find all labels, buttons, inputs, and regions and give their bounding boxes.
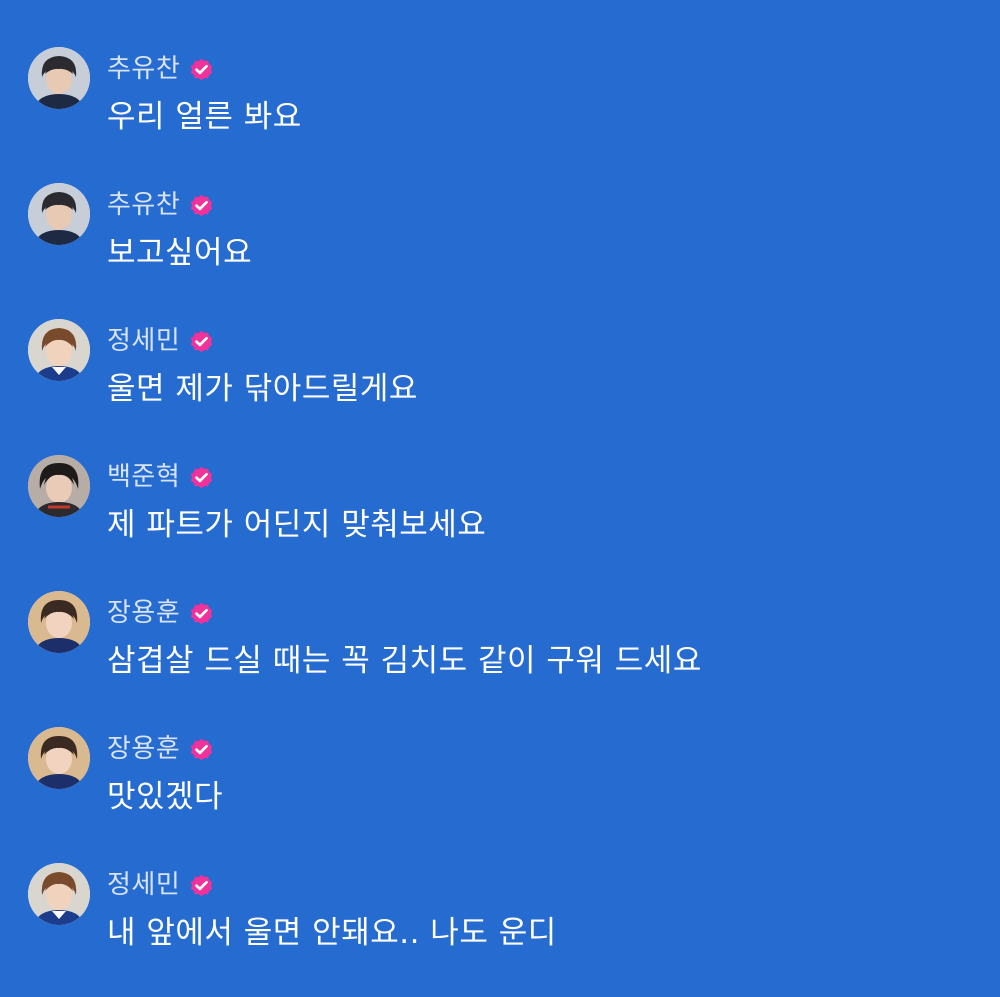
verified-badge-icon <box>188 736 215 763</box>
comment-message: 울면 제가 닦아드릴게요 <box>107 371 418 407</box>
verified-badge-icon <box>188 872 215 899</box>
verified-badge-icon <box>188 464 215 491</box>
avatar-photo-icon <box>28 183 90 245</box>
name-row: 백준혁 <box>107 459 215 495</box>
verified-badge-icon <box>188 600 215 627</box>
avatar[interactable] <box>28 47 90 109</box>
commenter-name[interactable]: 정세민 <box>107 867 180 903</box>
commenter-name[interactable]: 추유찬 <box>107 51 180 87</box>
comment-item: 정세민 울면 제가 닦아드릴게요 <box>0 317 1000 453</box>
comment-message: 내 앞에서 울면 안돼요.. 나도 운디 <box>107 915 557 951</box>
avatar-photo-icon <box>28 47 90 109</box>
comment-message: 삼겹살 드실 때는 꼭 김치도 같이 구워 드세요 <box>107 643 702 679</box>
avatar[interactable] <box>28 319 90 381</box>
avatar[interactable] <box>28 591 90 653</box>
avatar-photo-icon <box>28 863 90 925</box>
commenter-name[interactable]: 백준혁 <box>107 459 180 495</box>
name-row: 추유찬 <box>107 187 215 223</box>
comment-item: 장용훈 삼겹살 드실 때는 꼭 김치도 같이 구워 드세요 <box>0 589 1000 725</box>
name-row: 추유찬 <box>107 51 215 87</box>
verified-badge-icon <box>188 56 215 83</box>
comment-message: 보고싶어요 <box>107 235 253 271</box>
name-row: 장용훈 <box>107 731 215 767</box>
comment-message: 제 파트가 어딘지 맞춰보세요 <box>107 507 487 543</box>
comment-message: 우리 얼른 봐요 <box>107 99 302 135</box>
avatar[interactable] <box>28 183 90 245</box>
comment-feed: 추유찬 우리 얼른 봐요 추유찬 보고싶어요 정세민 울면 제가 닦아드릴게요 … <box>0 0 1000 990</box>
name-row: 정세민 <box>107 867 215 903</box>
avatar[interactable] <box>28 863 90 925</box>
comment-item: 추유찬 우리 얼른 봐요 <box>0 45 1000 181</box>
avatar-photo-icon <box>28 455 90 517</box>
avatar-photo-icon <box>28 319 90 381</box>
commenter-name[interactable]: 추유찬 <box>107 187 180 223</box>
verified-badge-icon <box>188 328 215 355</box>
comment-item: 장용훈 맛있겠다 <box>0 725 1000 861</box>
verified-badge-icon <box>188 192 215 219</box>
comment-item: 백준혁 제 파트가 어딘지 맞춰보세요 <box>0 453 1000 589</box>
avatar[interactable] <box>28 455 90 517</box>
commenter-name[interactable]: 정세민 <box>107 323 180 359</box>
avatar-photo-icon <box>28 591 90 653</box>
comment-message: 맛있겠다 <box>107 779 224 815</box>
comment-item: 정세민 내 앞에서 울면 안돼요.. 나도 운디 <box>0 861 1000 997</box>
avatar[interactable] <box>28 727 90 789</box>
name-row: 정세민 <box>107 323 215 359</box>
comment-item: 추유찬 보고싶어요 <box>0 181 1000 317</box>
commenter-name[interactable]: 장용훈 <box>107 731 180 767</box>
avatar-photo-icon <box>28 727 90 789</box>
commenter-name[interactable]: 장용훈 <box>107 595 180 631</box>
name-row: 장용훈 <box>107 595 215 631</box>
